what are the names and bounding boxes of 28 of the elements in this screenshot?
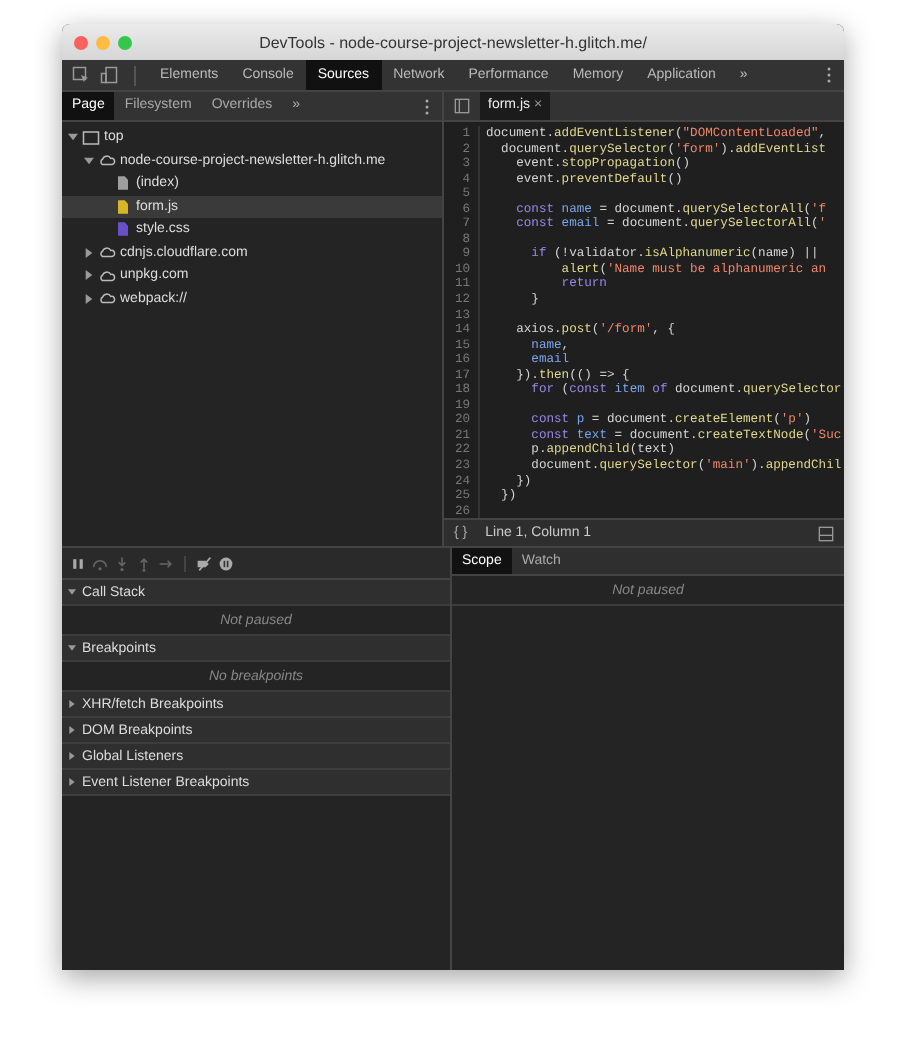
step-into-icon[interactable] xyxy=(114,555,130,571)
toggle-sidebar-icon[interactable] xyxy=(818,525,834,541)
expand-arrow-icon[interactable] xyxy=(68,752,76,760)
expand-arrow-icon[interactable] xyxy=(68,726,76,734)
cloud-icon xyxy=(98,152,116,169)
window-title: DevTools - node-course-project-newsletter-h.glitch.me/ xyxy=(257,33,649,51)
more-options-icon[interactable] xyxy=(424,97,430,115)
code-editor[interactable] xyxy=(444,122,844,518)
expand-arrow-icon[interactable] xyxy=(84,270,94,281)
expand-arrow-icon[interactable] xyxy=(84,293,94,304)
step-icon[interactable] xyxy=(158,555,174,571)
expand-arrow-icon[interactable] xyxy=(68,778,76,786)
step-over-icon[interactable] xyxy=(92,555,108,571)
pause-on-exceptions-icon[interactable] xyxy=(218,555,234,571)
expand-arrow-icon[interactable] xyxy=(68,700,76,708)
device-icon[interactable] xyxy=(100,66,118,84)
expand-arrow-icon[interactable] xyxy=(84,155,94,166)
toggle-navigator-icon[interactable] xyxy=(454,98,470,114)
deactivate-breakpoints-icon[interactable] xyxy=(196,555,212,571)
expand-arrow-icon[interactable] xyxy=(68,588,76,596)
expand-arrow-icon[interactable] xyxy=(68,644,76,652)
pause-icon[interactable] xyxy=(70,555,86,571)
inspect-icon[interactable] xyxy=(72,66,90,84)
expand-arrow-icon[interactable] xyxy=(68,132,78,143)
step-out-icon[interactable] xyxy=(136,555,152,571)
more-options-icon[interactable] xyxy=(826,66,832,84)
expand-arrow-icon[interactable] xyxy=(84,247,94,258)
frame-icon xyxy=(82,129,100,146)
